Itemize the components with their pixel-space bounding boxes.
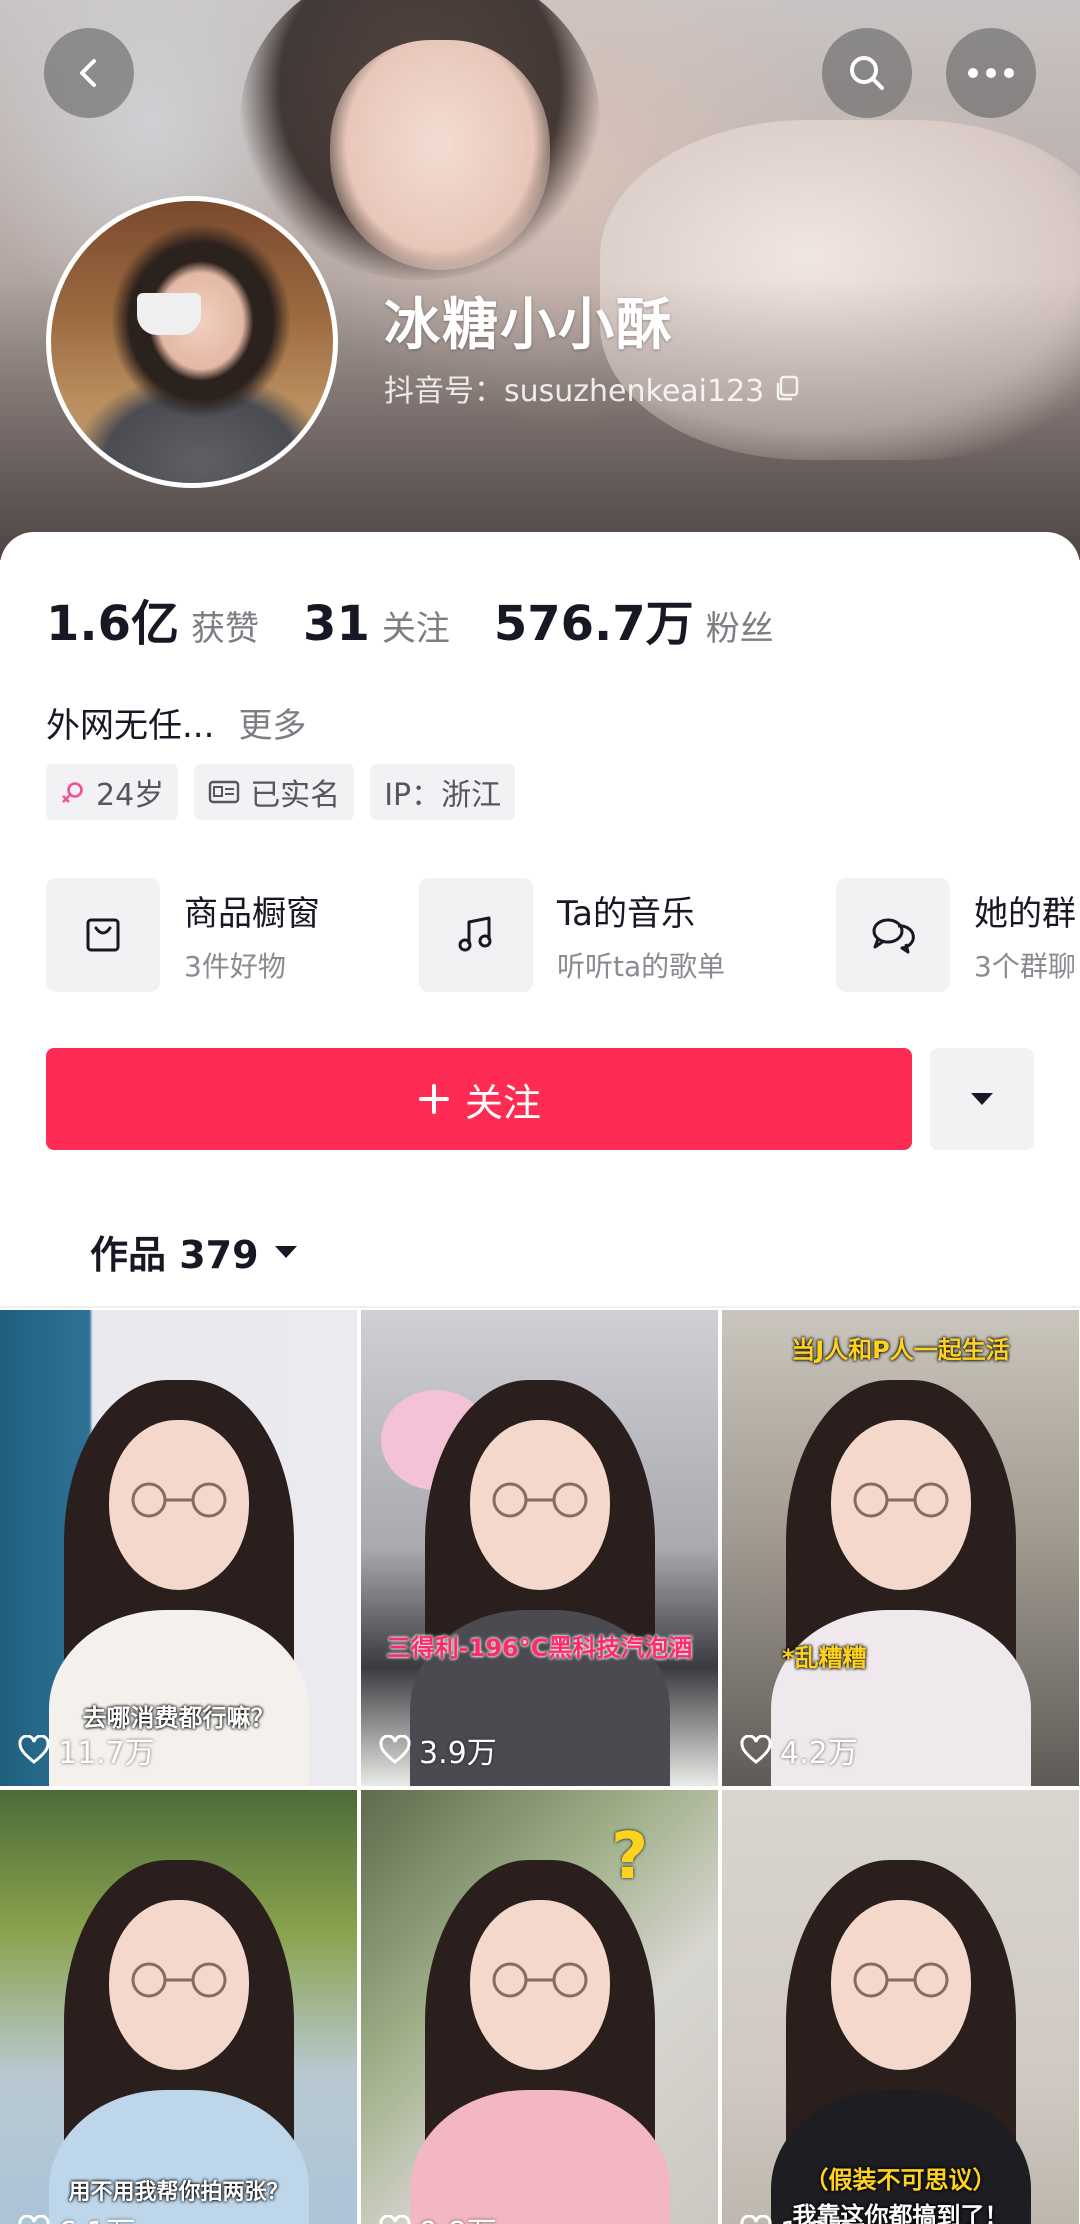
- shopping-bag-icon: [86, 918, 120, 952]
- heart-outline-icon: [740, 1735, 772, 1764]
- feature-icon-box: [836, 878, 950, 992]
- tag-text: 24岁: [96, 778, 165, 813]
- video-likes: 9.8万: [379, 2208, 497, 2224]
- feature-subtitle: 听听ta的歌单: [557, 949, 726, 983]
- likes-count: 4.2万: [780, 1736, 858, 1771]
- feature-music[interactable]: Ta的音乐 听听ta的歌单: [419, 878, 725, 992]
- video-likes: 3.9万: [379, 1728, 497, 1772]
- tab-works-label: 作品 379: [90, 1233, 259, 1277]
- search-icon: [850, 56, 884, 90]
- tag-text: 已实名: [250, 778, 341, 813]
- heart-outline-icon: [379, 1735, 411, 1764]
- search-button[interactable]: [822, 28, 912, 118]
- stat-followers[interactable]: 576.7万 粉丝: [494, 584, 774, 654]
- video-caption: （假装不可思议）: [804, 2166, 997, 2194]
- profile-tags: 24岁 已实名 IP：浙江: [46, 764, 516, 820]
- tab-works[interactable]: 作品 379: [90, 1224, 299, 1279]
- stat-value: 576.7万: [493, 596, 694, 652]
- heart-outline-icon: [379, 2215, 411, 2224]
- feature-title: 商品橱窗: [184, 893, 320, 934]
- bio-more-link[interactable]: 更多: [238, 698, 306, 747]
- video-likes: 4.2万: [740, 1728, 858, 1772]
- glasses-graphic: [131, 1962, 226, 1998]
- likes-count: 6.1万: [58, 2208, 136, 2224]
- glasses-graphic: [853, 1962, 948, 1998]
- id-card-icon: [208, 780, 240, 804]
- feature-title: Ta的音乐: [557, 893, 695, 934]
- video-thumbnail[interactable]: 三得利-196°C黑科技汽泡酒 3.9万: [361, 1310, 718, 1786]
- plus-icon: [418, 1084, 449, 1114]
- copy-icon[interactable]: [774, 375, 800, 401]
- stat-label: 关注: [381, 609, 450, 649]
- video-thumbnail[interactable]: 用不用我帮你拍两张？ 6.1万: [0, 1790, 357, 2224]
- avatar[interactable]: [46, 196, 338, 488]
- video-thumbnail[interactable]: 去哪消费都行嘛？ 11.7万: [0, 1310, 357, 1786]
- stat-label: 获赞: [191, 609, 260, 649]
- glasses-graphic: [492, 1962, 587, 1998]
- feature-subtitle: 3件好物: [184, 949, 286, 983]
- tab-divider: [0, 1306, 1080, 1308]
- video-caption: 当J人和P人一起生活: [791, 1336, 1010, 1364]
- profile-stats: 1.6亿 获赞 31 关注 576.7万 粉丝: [46, 584, 818, 654]
- video-likes: 1.2万: [740, 2208, 858, 2224]
- banner-photo-face: [330, 40, 550, 270]
- feature-group-chat[interactable]: 她的群 3个群聊: [836, 878, 1076, 992]
- music-note-icon: [458, 916, 492, 952]
- feature-shop-window[interactable]: 商品橱窗 3件好物: [46, 878, 320, 992]
- feature-icon-box: [419, 878, 533, 992]
- likes-count: 11.7万: [58, 1736, 155, 1771]
- tag-age: 24岁: [46, 764, 179, 820]
- feature-icon-box: [46, 878, 160, 992]
- video-thumbnail[interactable]: （假装不可思议） 我靠这你都搞到了！ 1.2万: [722, 1790, 1079, 2224]
- stat-value: 1.6亿: [46, 596, 180, 652]
- glasses-graphic: [492, 1482, 587, 1518]
- likes-count: 1.2万: [780, 2208, 858, 2224]
- bio-text: 外网无任...: [46, 706, 215, 746]
- question-mark-sticker: ?: [611, 1820, 649, 1894]
- heart-outline-icon: [18, 1735, 50, 1764]
- stat-value: 31: [303, 596, 370, 652]
- profile-sheet: 1.6亿 获赞 31 关注 576.7万 粉丝 外网无任... 更多 24岁 已…: [0, 532, 1080, 2224]
- likes-count: 3.9万: [419, 1736, 497, 1771]
- feature-title: 她的群: [974, 893, 1076, 934]
- douyin-id-row[interactable]: 抖音号：susuzhenkeai123: [384, 366, 800, 410]
- follow-button[interactable]: 关注: [46, 1048, 912, 1150]
- video-likes: 11.7万: [18, 1728, 155, 1772]
- more-options-button[interactable]: [946, 28, 1036, 118]
- tag-text: IP：浙江: [384, 778, 502, 813]
- stat-label: 粉丝: [705, 609, 774, 649]
- glasses-graphic: [853, 1482, 948, 1518]
- ellipsis-icon: [968, 68, 1014, 78]
- heart-outline-icon: [740, 2215, 772, 2224]
- video-thumbnail[interactable]: ? 9.8万: [361, 1790, 718, 2224]
- glasses-graphic: [131, 1482, 226, 1518]
- caret-down-icon: [274, 1245, 297, 1258]
- video-caption: 用不用我帮你拍两张？: [68, 2180, 289, 2205]
- feature-row: 商品橱窗 3件好物 Ta的音乐 听听ta的歌单 她的群 3个群聊: [46, 878, 1080, 992]
- caret-down-icon: [971, 1093, 993, 1105]
- heart-outline-icon: [18, 2215, 50, 2224]
- stat-likes[interactable]: 1.6亿 获赞: [46, 584, 259, 654]
- video-thumbnail[interactable]: 当J人和P人一起生活 *乱糟糟 4.2万: [722, 1310, 1079, 1786]
- tag-ip: IP：浙江: [370, 764, 516, 820]
- female-icon: [62, 782, 83, 803]
- bio: 外网无任... 更多: [46, 698, 306, 747]
- video-likes: 6.1万: [18, 2208, 136, 2224]
- video-caption-2: *乱糟糟: [782, 1644, 867, 1672]
- follow-label: 关注: [464, 1080, 541, 1125]
- chat-bubbles-icon: [872, 918, 915, 954]
- video-caption: 三得利-196°C黑科技汽泡酒: [386, 1634, 693, 1662]
- feature-subtitle: 3个群聊: [974, 949, 1076, 983]
- back-arrow-icon: [80, 59, 96, 87]
- stat-following[interactable]: 31 关注: [303, 596, 450, 652]
- douyin-id: 抖音号：susuzhenkeai123: [384, 374, 765, 409]
- nickname: 冰糖小小酥: [384, 293, 674, 358]
- tag-verified: 已实名: [194, 764, 355, 820]
- avatar-cup: [137, 293, 201, 335]
- recommend-dropdown-button[interactable]: [930, 1048, 1034, 1150]
- likes-count: 9.8万: [419, 2208, 497, 2224]
- back-button[interactable]: [44, 28, 134, 118]
